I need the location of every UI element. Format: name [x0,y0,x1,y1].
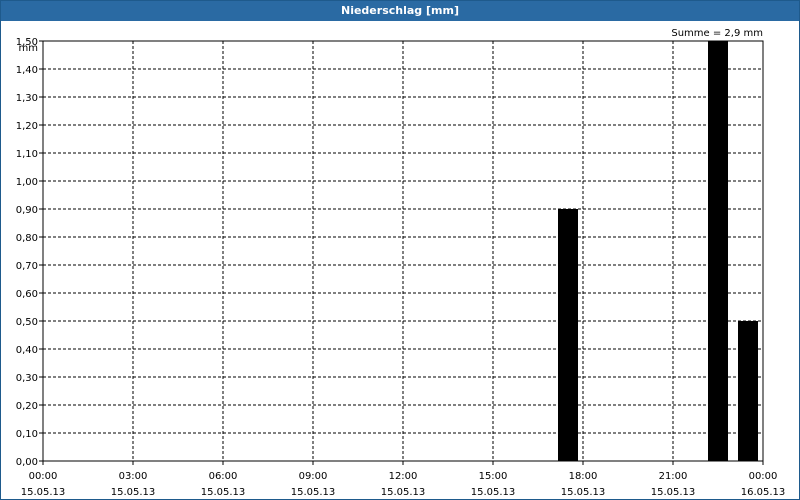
x-tick-date: 15.05.13 [291,487,336,498]
precipitation-bar [738,321,758,461]
x-tick-time: 06:00 [209,471,238,482]
x-tick-date: 15.05.13 [651,487,696,498]
y-tick-label: 0,30 [16,373,38,384]
bars [558,41,758,461]
y-tick-label: 1,30 [16,93,38,104]
y-tick-label: 1,40 [16,65,38,76]
x-axis-ticks: 00:00 15.05.13 03:00 15.05.13 06:00 15.05.13 0… [21,461,786,498]
x-tick-date: 15.05.13 [21,487,66,498]
y-tick-label: 0,60 [16,289,38,300]
x-tick-time: 15:00 [479,471,508,482]
precipitation-bar [558,209,578,461]
x-tick-date: 15.05.13 [111,487,156,498]
y-tick-label: 0,50 [16,317,38,328]
grid [43,40,763,461]
y-tick-label: 1,20 [16,121,38,132]
y-tick-label: 0,00 [16,457,38,468]
x-tick-date: 15.05.13 [561,487,606,498]
y-tick-label: 0,10 [16,429,38,440]
x-tick-time: 18:00 [569,471,598,482]
y-tick-label: 0,80 [16,233,38,244]
x-tick-date: 16.05.13 [741,487,786,498]
x-tick-date: 15.05.13 [381,487,426,498]
x-tick-time: 00:00 [29,471,58,482]
y-tick-label: 1,00 [16,177,38,188]
y-tick-label: 1,10 [16,149,38,160]
y-tick-label: 0,90 [16,205,38,216]
y-tick-label: 0,20 [16,401,38,412]
x-tick-time: 00:00 [749,471,778,482]
x-tick-time: 12:00 [389,471,418,482]
x-tick-date: 15.05.13 [471,487,516,498]
y-tick-label: 0,40 [16,345,38,356]
y-axis-label: mm [19,43,38,54]
y-tick-label: 0,70 [16,261,38,272]
chart-window: Niederschlag [mm] 0,00 0,10 0,20 0,30 0,40 0,… [0,0,800,500]
x-tick-time: 03:00 [119,471,148,482]
y-axis-ticks: 0,00 0,10 0,20 0,30 0,40 0,50 0,60 0,70 0,80 0,90… [16,37,43,468]
sum-annotation: Summe = 2,9 mm [671,28,763,39]
precipitation-bar [708,41,728,461]
x-tick-time: 21:00 [659,471,688,482]
x-tick-date: 15.05.13 [201,487,246,498]
x-tick-time: 09:00 [299,471,328,482]
precipitation-chart: 0,00 0,10 0,20 0,30 0,40 0,50 0,60 0,70 0,80 0,90… [16,28,786,498]
